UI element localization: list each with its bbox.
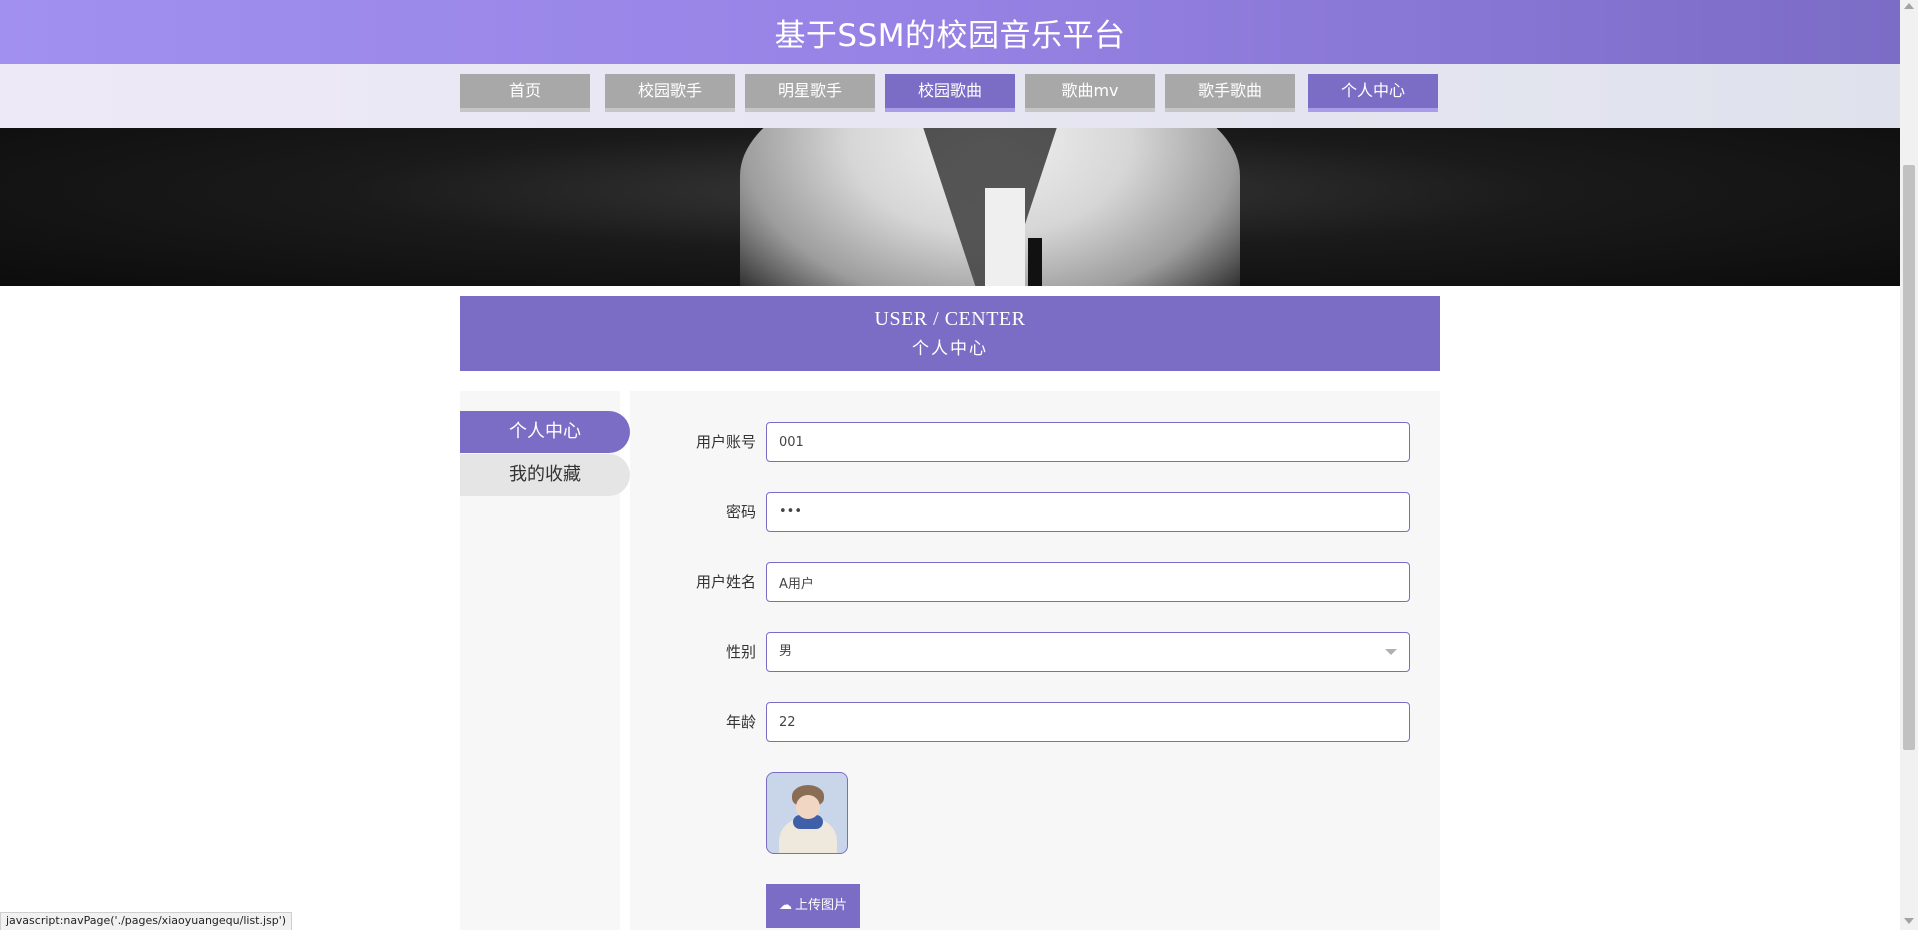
user-sidebar: 个人中心 我的收藏 <box>460 391 630 930</box>
main-nav: 首页 校园歌手 明星歌手 校园歌曲 歌曲mv 歌手歌曲 个人中心 <box>0 64 1900 169</box>
password-label: 密码 <box>725 503 756 521</box>
hero-banner-image <box>0 128 1900 286</box>
nav-item-song-mv[interactable]: 歌曲mv <box>1025 74 1155 112</box>
nav-item-star-singers[interactable]: 明星歌手 <box>745 74 875 112</box>
nav-item-campus-songs[interactable]: 校园歌曲 <box>885 74 1015 112</box>
gender-select[interactable]: 男 <box>766 632 1410 672</box>
avatar <box>766 772 848 854</box>
section-title: USER / CENTER 个人中心 <box>460 296 1440 371</box>
chevron-down-icon <box>1385 649 1397 655</box>
sidebar-item-user-center[interactable]: 个人中心 <box>460 411 630 453</box>
cloud-upload-icon: ☁ <box>778 898 792 913</box>
nav-item-campus-singers[interactable]: 校园歌手 <box>605 74 735 112</box>
site-title: 基于SSM的校园音乐平台 <box>774 18 1126 54</box>
section-title-cn: 个人中心 <box>912 339 988 359</box>
nav-item-singer-songs[interactable]: 歌手歌曲 <box>1165 74 1295 112</box>
scroll-thumb[interactable] <box>1903 165 1915 750</box>
page: 基于SSM的校园音乐平台 首页 校园歌手 明星歌手 校园歌曲 歌曲mv 歌手歌曲… <box>0 0 1900 930</box>
avatar-face <box>796 795 820 819</box>
nav-item-home[interactable]: 首页 <box>460 74 590 112</box>
password-input[interactable]: ••• <box>766 492 1410 532</box>
banner-tie <box>1028 238 1042 286</box>
profile-form: 用户账号 密码 ••• 用户姓名 性别 男 年龄 ☁上传图片 <box>630 391 1440 930</box>
scroll-up-arrow-icon[interactable] <box>1904 3 1914 9</box>
browser-status-bar: javascript:navPage('./pages/xiaoyuangequ… <box>0 912 293 930</box>
scroll-down-arrow-icon[interactable] <box>1904 918 1914 924</box>
gender-select-value: 男 <box>779 644 793 659</box>
section-title-en: USER / CENTER <box>874 308 1026 330</box>
name-label: 用户姓名 <box>695 573 756 591</box>
site-header: 基于SSM的校园音乐平台 <box>0 0 1900 64</box>
gender-label: 性别 <box>725 643 756 661</box>
page-scrollbar[interactable] <box>1900 0 1918 930</box>
name-input[interactable] <box>766 562 1410 602</box>
upload-image-label: 上传图片 <box>794 898 847 913</box>
banner-shirt <box>985 188 1025 286</box>
account-input[interactable] <box>766 422 1410 462</box>
account-label: 用户账号 <box>695 433 756 451</box>
upload-image-button[interactable]: ☁ 上传图片 <box>766 884 860 928</box>
age-input[interactable] <box>766 702 1410 742</box>
nav-item-user-center[interactable]: 个人中心 <box>1308 74 1438 112</box>
age-label: 年龄 <box>725 713 756 731</box>
sidebar-item-favorites[interactable]: 我的收藏 <box>460 454 630 496</box>
